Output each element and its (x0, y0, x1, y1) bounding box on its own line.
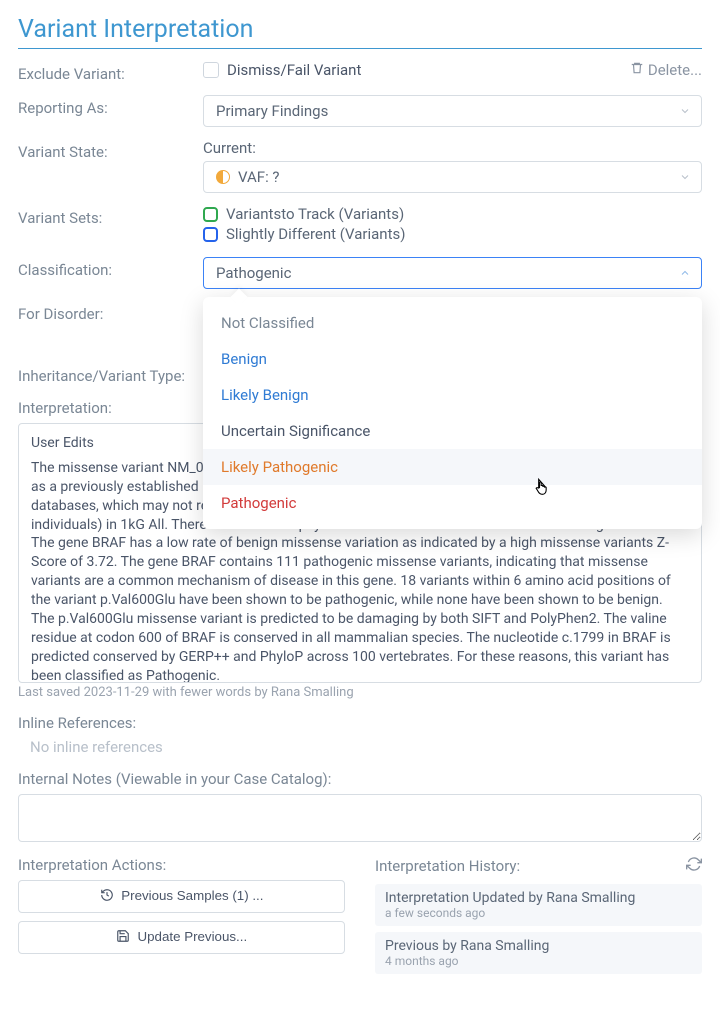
variant-state-select[interactable]: VAF: ? (203, 161, 702, 193)
save-icon (116, 929, 130, 946)
variant-set-label: Variantsto Track (Variants) (226, 205, 404, 223)
exclude-variant-label: Exclude Variant: (18, 61, 203, 83)
history-item-title: Interpretation Updated by Rana Smalling (385, 890, 692, 906)
classification-label: Classification: (18, 257, 203, 279)
history-item-when: a few seconds ago (385, 906, 692, 920)
interp-history-label: Interpretation History: (375, 857, 520, 875)
history-icon (100, 888, 114, 905)
trash-icon (630, 61, 644, 79)
vaf-icon (216, 170, 230, 184)
classification-option[interactable]: Benign (203, 341, 702, 377)
square-icon (203, 207, 218, 222)
classification-option[interactable]: Not Classified (203, 305, 702, 341)
history-item-when: 4 months ago (385, 954, 692, 968)
dismiss-label: Dismiss/Fail Variant (227, 61, 361, 79)
interp-actions-label: Interpretation Actions: (18, 856, 345, 874)
reporting-as-value: Primary Findings (216, 102, 328, 120)
classification-dropdown: Not ClassifiedBenignLikely BenignUncerta… (203, 297, 702, 529)
update-previous-label: Update Previous... (138, 929, 248, 944)
variant-set-item[interactable]: Slightly Different (Variants) (203, 225, 702, 243)
current-label: Current: (203, 139, 702, 157)
square-icon (203, 227, 218, 242)
delete-button[interactable]: Delete... (630, 61, 702, 79)
update-previous-button[interactable]: Update Previous... (18, 921, 345, 954)
inline-refs-label: Inline References: (18, 714, 702, 732)
chevron-up-icon (679, 267, 691, 279)
page-title: Variant Interpretation (18, 15, 702, 49)
classification-option[interactable]: Uncertain Significance (203, 413, 702, 449)
delete-label: Delete... (648, 61, 702, 79)
internal-notes-input[interactable] (18, 794, 702, 842)
variant-set-label: Slightly Different (Variants) (226, 225, 405, 243)
refresh-icon[interactable] (686, 856, 702, 876)
variant-state-label: Variant State: (18, 139, 203, 161)
classification-select[interactable]: Pathogenic (203, 257, 702, 289)
inheritance-label: Inheritance/Variant Type: (18, 363, 185, 385)
for-disorder-label: For Disorder: (18, 301, 203, 323)
dismiss-checkbox[interactable] (203, 62, 219, 78)
variant-state-value: VAF: ? (238, 168, 280, 186)
no-inline-references: No inline references (18, 738, 702, 756)
chevron-down-icon (679, 171, 691, 183)
classification-value: Pathogenic (216, 264, 291, 282)
previous-samples-label: Previous Samples (1) ... (121, 888, 263, 903)
internal-notes-label: Internal Notes (Viewable in your Case Ca… (18, 770, 702, 788)
classification-option[interactable]: Likely Benign (203, 377, 702, 413)
variant-set-item[interactable]: Variantsto Track (Variants) (203, 205, 702, 223)
previous-samples-button[interactable]: Previous Samples (1) ... (18, 880, 345, 913)
classification-option[interactable]: Pathogenic (203, 485, 702, 521)
history-item-title: Previous by Rana Smalling (385, 938, 692, 954)
history-item[interactable]: Interpretation Updated by Rana Smallinga… (375, 884, 702, 926)
chevron-down-icon (679, 105, 691, 117)
last-saved-note: Last saved 2023-11-29 with fewer words b… (18, 685, 702, 700)
reporting-as-select[interactable]: Primary Findings (203, 95, 702, 127)
reporting-as-label: Reporting As: (18, 95, 203, 117)
history-item[interactable]: Previous by Rana Smalling4 months ago (375, 932, 702, 974)
classification-option[interactable]: Likely Pathogenic (203, 449, 702, 485)
variant-sets-label: Variant Sets: (18, 205, 203, 227)
